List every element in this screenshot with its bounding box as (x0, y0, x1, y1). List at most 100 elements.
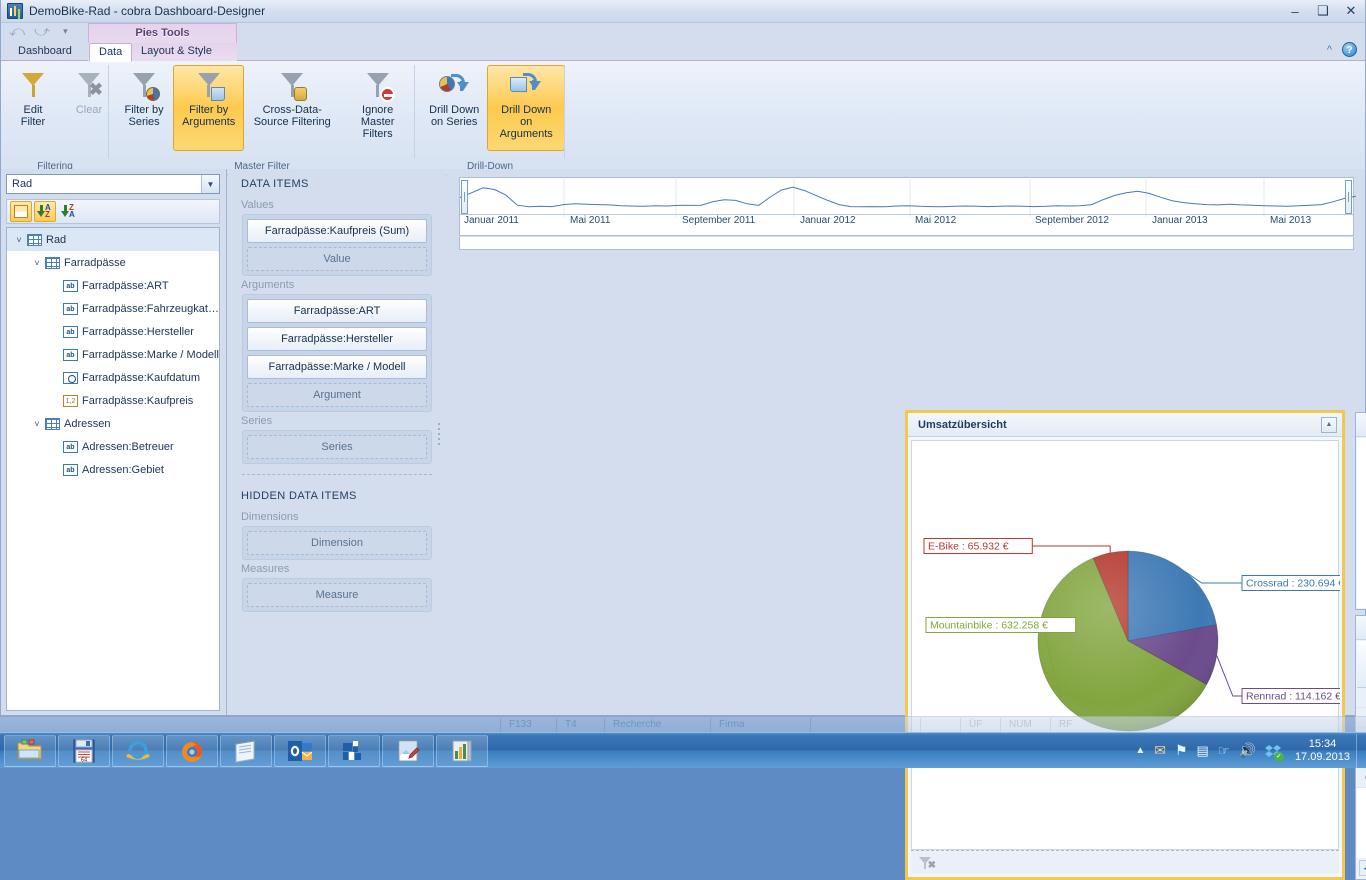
taskbar-notepad[interactable] (220, 735, 272, 767)
pivot-row[interactable]: ❯Nord79.272 €53.578 €31.442 € (1357, 688, 1366, 708)
data-item-chip[interactable]: Farradpässe:Hersteller (247, 327, 427, 351)
show-hidden-icon[interactable]: ▲ (1135, 745, 1145, 756)
tree-node-label: Adressen:Gebiet (82, 464, 164, 476)
text-field-icon: ab (63, 464, 78, 476)
data-item-placeholder[interactable]: Measure (247, 583, 427, 607)
network-icon[interactable]: ☞ (1218, 743, 1230, 759)
tree-node-label: Farradpässe:Kaufdatum (82, 372, 200, 384)
system-tray[interactable]: ▲ ✉ ⚑ ▤ ☞ 🔊 ✓ (1135, 742, 1289, 759)
taskbar-firefox[interactable] (166, 735, 218, 767)
pie-chart[interactable]: Crossrad : 230.694 €Rennrad : 114.162 €M… (912, 441, 1340, 855)
filter-by-arguments-button[interactable]: Filter by Arguments (173, 65, 244, 151)
arrow-left-icon[interactable]: ◀ (1360, 863, 1366, 874)
taskbar-excel[interactable] (328, 735, 380, 767)
taskbar-paint[interactable] (382, 735, 434, 767)
data-item-chip[interactable]: Farradpässe:Kaufpreis (Sum) (247, 219, 427, 243)
redo-icon[interactable]: ⤻ (34, 24, 50, 39)
range-filter[interactable]: Januar 2011Mai 2011September 2011Januar … (459, 177, 1354, 236)
data-item-chip[interactable]: Farradpässe:ART (247, 299, 427, 323)
pivot-row[interactable]: Gesamtergebnis465.832 €298.544 €278.670 … (1357, 768, 1366, 788)
expander-icon[interactable]: ˅ (29, 419, 45, 429)
mail-icon[interactable]: ✉ (1154, 742, 1166, 759)
chevron-down-icon[interactable]: ▾ (63, 26, 68, 37)
expander-icon[interactable]: ˅ (11, 235, 27, 245)
clear-filter-icon[interactable]: ✖ (919, 856, 935, 870)
table-icon (45, 418, 60, 430)
data-item-chip[interactable]: Farradpässe:Marke / Modell (247, 355, 427, 379)
cross-data-source-filtering-button[interactable]: Cross-Data-Source Filtering (244, 65, 340, 151)
tree-node[interactable]: ˅Adressen (7, 412, 219, 435)
ignore-master-filters-button[interactable]: Ignore Master Filters (340, 65, 415, 151)
tree-node[interactable]: ˅Rad (7, 228, 219, 251)
drill-down-on-arguments-button[interactable]: Drill Down on Arguments (487, 65, 565, 151)
tree-node[interactable]: ab Adressen:Gebiet (7, 458, 219, 481)
minimize-button[interactable]: – (1281, 0, 1309, 23)
taskbar-internet-explorer[interactable] (112, 735, 164, 767)
edit-filter-button[interactable]: Edit Filter (5, 65, 61, 151)
data-item-placeholder[interactable]: Series (247, 435, 427, 459)
chevron-up-icon[interactable]: ▲ (1321, 417, 1337, 433)
volume-icon[interactable]: 🔊 (1239, 742, 1256, 759)
bar-chart-area[interactable]: CrossradE-BikeMountainbikeRennrad 0K200K… (1357, 438, 1366, 608)
data-item-placeholder[interactable]: Dimension (247, 531, 427, 555)
tree-node[interactable]: abAdressen:Betreuer (7, 435, 219, 458)
tree-node-label: Adressen:Betreuer (82, 441, 174, 453)
pivot-column-header[interactable] (1357, 641, 1366, 687)
chevron-down-icon[interactable]: ▼ (201, 175, 219, 193)
data-source-select[interactable]: Rad ▼ (6, 174, 220, 194)
range-handle-right[interactable] (1345, 180, 1352, 214)
tree-node[interactable]: abFarradpässe:Hersteller (7, 320, 219, 343)
group-by-table-button[interactable] (10, 201, 32, 222)
pie-chart-area[interactable]: Crossrad : 230.694 €Rennrad : 114.162 €M… (911, 440, 1339, 850)
panel-splitter-right[interactable] (438, 420, 443, 490)
tree-node[interactable]: Farradpässe:Kaufdatum (7, 366, 219, 389)
pivot-row-header[interactable]: ❯Nord (1357, 688, 1366, 707)
tab-data[interactable]: Data (89, 43, 132, 62)
drill-down-on-series-button[interactable]: Drill Down on Series (421, 65, 487, 151)
dropbox-icon[interactable]: ✓ (1265, 743, 1281, 759)
show-desktop-button[interactable] (1356, 734, 1366, 768)
funnel-pie-icon (128, 69, 160, 101)
sort-descending-button[interactable]: ZA (58, 201, 80, 222)
close-button[interactable]: ✕ (1337, 0, 1365, 23)
data-item-placeholder[interactable]: Value (247, 247, 427, 271)
folder-icon (16, 739, 44, 763)
data-items-dropzone[interactable]: Series (242, 430, 432, 464)
clock[interactable]: 15:34 17.09.2013 (1289, 738, 1350, 764)
pie-label-leader (1217, 656, 1242, 696)
tab-layout-and-style[interactable]: Layout & Style (132, 43, 221, 61)
data-items-dropzone[interactable]: Farradpässe:Kaufpreis (Sum) Value (242, 214, 432, 276)
sort-ascending-button[interactable]: AZ (34, 201, 56, 222)
filter-by-series-button[interactable]: Filter by Series (115, 65, 173, 151)
tab-dashboard[interactable]: Dashboard (9, 43, 81, 61)
bar-dashboard-item[interactable]: Jahresumsatz pro Produkt CrossradE-BikeM… (1355, 412, 1366, 610)
quick-access-toolbar[interactable]: ⤺ ⤻ ▾ (9, 24, 68, 39)
pie-dashboard-item[interactable]: Umsatzübersicht ▲ Crossrad : 230.694 €Re… (905, 410, 1345, 880)
tree-node[interactable]: ˅Farradpässe (7, 251, 219, 274)
undo-icon[interactable]: ⤺ (9, 24, 25, 39)
window-controls[interactable]: – ❑ ✕ (1281, 0, 1365, 23)
taskbar-explorer[interactable] (4, 735, 56, 767)
restore-button[interactable]: ❑ (1309, 0, 1337, 23)
tree-node[interactable]: abFarradpässe:Marke / Modell (7, 343, 219, 366)
taskbar-dashboard[interactable] (436, 735, 488, 767)
tree-node[interactable]: 1,2Farradpässe:Kaufpreis (7, 389, 219, 412)
taskbar-save[interactable]: 64 (58, 735, 110, 767)
chevron-up-icon[interactable]: ^ (1327, 44, 1332, 56)
range-handle-left[interactable] (461, 180, 468, 214)
help-icon[interactable]: ? (1342, 42, 1357, 57)
clock-time: 15:34 (1295, 738, 1350, 751)
data-item-placeholder[interactable]: Argument (247, 383, 427, 407)
data-items-dropzone[interactable]: Farradpässe:ART Farradpässe:Hersteller Far… (242, 294, 432, 412)
pivot-horizontal-scrollbar[interactable]: ◀ |||| ▶ (1359, 860, 1366, 876)
tree-node[interactable]: abFarradpässe:Fahrzeugkat… (7, 297, 219, 320)
taskbar-outlook[interactable] (274, 735, 326, 767)
data-source-tree[interactable]: ˅Rad˅FarradpässeabFarradpässe:ARTabFarra… (6, 227, 220, 711)
tree-node[interactable]: abFarradpässe:ART (7, 274, 219, 297)
flag-icon[interactable]: ⚑ (1175, 742, 1188, 759)
device-icon[interactable]: ▤ (1197, 743, 1209, 759)
data-items-dropzone[interactable]: Dimension (242, 526, 432, 560)
pivot-row-header[interactable]: Gesamtergebnis (1357, 768, 1366, 787)
data-items-dropzone[interactable]: Measure (242, 578, 432, 612)
expander-icon[interactable]: ˅ (29, 258, 45, 268)
